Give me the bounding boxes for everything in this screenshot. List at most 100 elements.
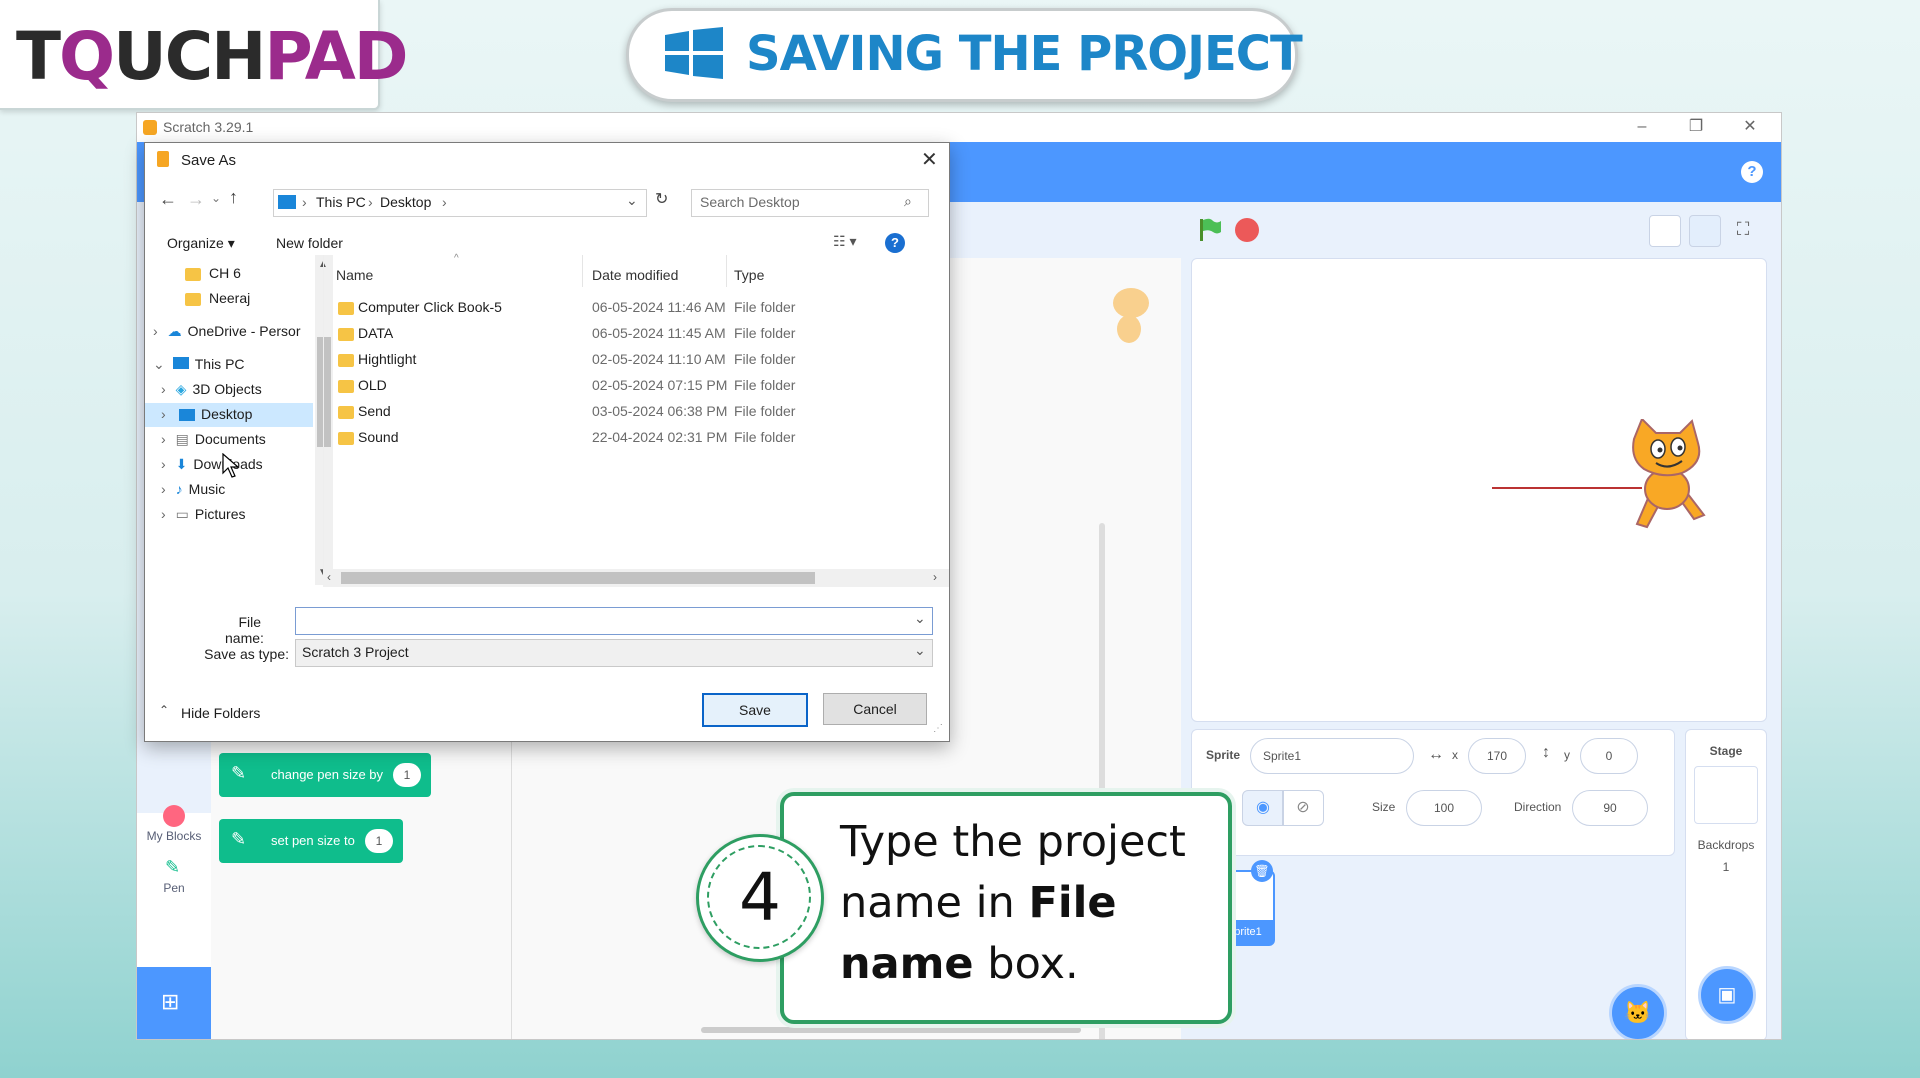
nav-item-pictures[interactable]: › ▭ Pictures xyxy=(161,506,245,523)
nav-item-ch6[interactable]: CH 6 xyxy=(185,265,241,281)
up-arrow-icon[interactable]: ↑ xyxy=(229,187,238,208)
sprite-name-input[interactable]: Sprite1 xyxy=(1250,738,1414,774)
view-options-icon[interactable]: ☷ ▾ xyxy=(833,233,856,250)
file-row[interactable]: Computer Click Book-5 06-05-2024 11:46 AM… xyxy=(324,295,950,321)
dialog-close-icon[interactable]: ✕ xyxy=(921,147,938,172)
column-header-date[interactable]: Date modified xyxy=(592,267,678,283)
backdrop-thumbnail[interactable] xyxy=(1694,766,1758,824)
x-input[interactable]: 170 xyxy=(1468,738,1526,774)
size-input[interactable]: 100 xyxy=(1406,790,1482,826)
nav-item-music[interactable]: › ♪ Music xyxy=(161,481,225,497)
folder-icon xyxy=(338,406,354,419)
save-type-select[interactable]: Scratch 3 Project ⌄ xyxy=(295,639,933,667)
step-number: 4 xyxy=(739,859,781,936)
forward-arrow-icon[interactable]: → xyxy=(187,189,205,210)
stage-title: Stage xyxy=(1709,744,1743,758)
scratch-app-icon xyxy=(143,120,157,135)
category-pen[interactable]: Pen xyxy=(137,881,211,895)
category-my-blocks[interactable]: My Blocks xyxy=(137,829,211,843)
new-folder-button[interactable]: New folder xyxy=(276,235,343,251)
y-input[interactable]: 0 xyxy=(1580,738,1638,774)
restore-icon[interactable]: ❐ xyxy=(1687,119,1705,135)
folder-icon xyxy=(338,328,354,341)
nav-item-desktop-selected[interactable]: › Desktop xyxy=(145,403,313,427)
cancel-button[interactable]: Cancel xyxy=(823,693,927,725)
hide-folders-button[interactable]: Hide Folders xyxy=(181,705,260,721)
my-blocks-icon[interactable] xyxy=(163,805,185,827)
search-input[interactable]: Search Desktop ⌕ xyxy=(691,189,929,217)
mouse-cursor-icon xyxy=(222,453,240,478)
cube-icon: ◈ xyxy=(175,381,187,397)
extension-button[interactable]: ⊞ xyxy=(137,967,211,1039)
folder-icon xyxy=(185,292,201,306)
folder-icon xyxy=(185,267,201,281)
block-set-pen-size[interactable]: ✎ set pen size to 1 xyxy=(219,819,403,863)
save-type-dropdown-icon[interactable]: ⌄ xyxy=(914,642,926,659)
breadcrumb-desktop[interactable]: Desktop xyxy=(380,194,431,210)
block-change-pen-size[interactable]: ✎ change pen size by 1 xyxy=(219,753,431,797)
green-flag-icon[interactable] xyxy=(1197,217,1223,243)
chevron-up-icon[interactable]: ⌃ xyxy=(159,703,169,717)
block-input[interactable]: 1 xyxy=(393,763,421,787)
file-row[interactable]: Hightlight 02-05-2024 11:10 AM File folder xyxy=(324,347,950,373)
this-pc-icon xyxy=(278,195,296,209)
script-hscroll[interactable] xyxy=(701,1027,1081,1033)
column-header-type[interactable]: Type xyxy=(734,267,764,283)
column-header-name[interactable]: Name xyxy=(336,267,373,283)
scratch-cat-sprite[interactable] xyxy=(1612,419,1722,539)
recent-chevron-icon[interactable]: ⌄ xyxy=(211,191,221,205)
file-name-dropdown-icon[interactable]: ⌄ xyxy=(914,610,926,627)
file-name-input[interactable]: ⌄ xyxy=(295,607,933,635)
nav-item-neeraj[interactable]: Neeraj xyxy=(185,290,250,306)
file-row[interactable]: Send 03-05-2024 06:38 PM File folder xyxy=(324,399,950,425)
chevron-right-icon: › xyxy=(161,431,166,447)
nav-item-this-pc[interactable]: ⌄ This PC xyxy=(153,356,245,373)
nav-item-downloads[interactable]: ›⬇Downloads xyxy=(161,456,263,473)
stage-canvas[interactable] xyxy=(1191,258,1767,722)
add-backdrop-button[interactable]: ▣ xyxy=(1698,966,1756,1024)
nav-item-3d-objects[interactable]: › ◈ 3D Objects xyxy=(161,381,262,398)
back-arrow-icon[interactable]: ← xyxy=(159,189,177,210)
refresh-icon[interactable]: ↻ xyxy=(655,189,668,209)
hide-eye-icon[interactable]: ⊘ xyxy=(1282,790,1324,826)
windows-logo-icon xyxy=(665,27,723,79)
save-button[interactable]: Save xyxy=(702,693,808,727)
block-input[interactable]: 1 xyxy=(365,829,393,853)
add-sprite-button[interactable]: 🐱 xyxy=(1609,984,1667,1039)
small-stage-icon[interactable] xyxy=(1649,215,1681,247)
direction-label: Direction xyxy=(1514,800,1562,814)
file-row[interactable]: Sound 22-04-2024 02:31 PM File folder xyxy=(324,425,950,451)
dialog-help-icon[interactable]: ? xyxy=(885,233,905,253)
scratch-titlebar: Scratch 3.29.1 – ❐ ✕ xyxy=(137,113,1781,142)
pen-icon: ✎ xyxy=(231,829,247,849)
delete-sprite-icon[interactable]: 🗑 xyxy=(1251,860,1273,882)
scroll-right-icon: › xyxy=(933,570,937,584)
fullscreen-icon[interactable]: ⛶ xyxy=(1731,219,1755,243)
file-row[interactable]: OLD 02-05-2024 07:15 PM File folder xyxy=(324,373,950,399)
address-dropdown-icon[interactable]: ⌄ xyxy=(626,192,638,209)
file-row[interactable]: DATA 06-05-2024 11:45 AM File folder xyxy=(324,321,950,347)
show-eye-icon[interactable]: ◉ xyxy=(1242,790,1284,826)
callout-text: Type the project name in File name box. xyxy=(840,817,1186,989)
file-list-hscroll[interactable]: ‹ › xyxy=(323,569,949,587)
stage-panel: Stage Backdrops 1 ▣ xyxy=(1685,729,1767,1039)
address-bar[interactable]: › This PC › Desktop › ⌄ xyxy=(273,189,647,217)
search-placeholder: Search Desktop xyxy=(700,194,800,210)
organize-menu[interactable]: Organize ▾ xyxy=(167,235,235,252)
resize-grip-icon[interactable]: ⋰ xyxy=(933,723,943,734)
chevron-down-icon: ⌄ xyxy=(153,356,165,372)
block-label: set pen size to xyxy=(271,833,355,848)
download-icon: ⬇ xyxy=(175,456,188,472)
direction-input[interactable]: 90 xyxy=(1572,790,1648,826)
stop-icon[interactable] xyxy=(1235,218,1259,242)
nav-item-documents[interactable]: › ▤ Documents xyxy=(161,431,266,448)
close-icon[interactable]: ✕ xyxy=(1741,119,1759,135)
minimize-icon[interactable]: – xyxy=(1633,119,1651,135)
help-icon[interactable]: ? xyxy=(1741,161,1763,183)
document-icon: ▤ xyxy=(175,431,189,447)
nav-item-onedrive[interactable]: › ☁ OneDrive - Persor xyxy=(153,323,300,340)
logo-text: TQUCHPAD xyxy=(16,18,409,95)
normal-stage-icon[interactable] xyxy=(1689,215,1721,247)
pen-category-icon[interactable]: ✎ xyxy=(165,857,185,877)
breadcrumb-this-pc[interactable]: This PC xyxy=(316,194,366,210)
